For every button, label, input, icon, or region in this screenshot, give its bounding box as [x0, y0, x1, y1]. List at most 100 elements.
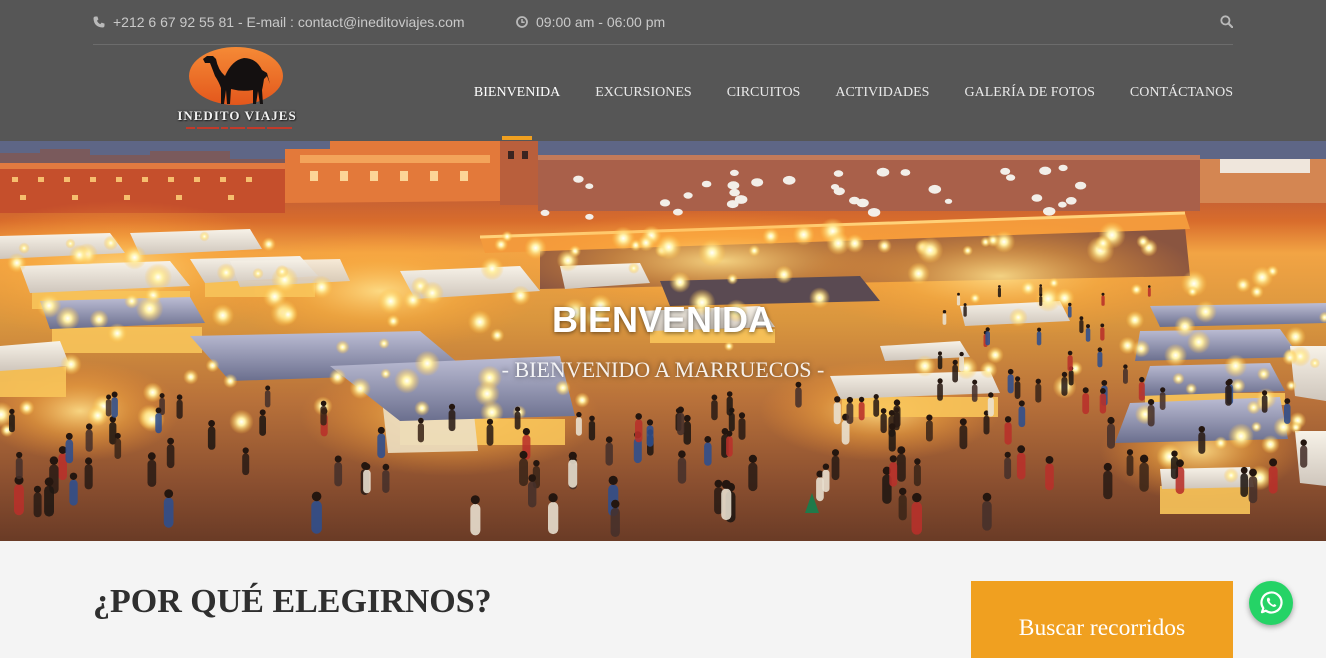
pedestrian-head [58, 446, 67, 454]
pedestrian-head [957, 292, 960, 296]
nav-item-label: EXCURSIONES [595, 85, 692, 100]
pedestrian [147, 452, 157, 487]
pedestrian-head [519, 450, 528, 459]
market-light [845, 233, 865, 253]
pedestrian-head [1240, 466, 1248, 474]
pedestrian-head [714, 479, 723, 488]
pedestrian [987, 392, 994, 417]
pedestrian-body [1099, 393, 1107, 414]
pedestrian-head [49, 456, 59, 465]
pedestrian [982, 492, 992, 531]
nav-item-bienvenida[interactable]: BIENVENIDA [474, 84, 560, 140]
pedestrian [1139, 454, 1149, 492]
satellite-dish [683, 192, 693, 199]
pedestrian-body [1240, 473, 1248, 497]
pedestrian [9, 408, 15, 433]
pedestrian-body [983, 415, 990, 435]
pedestrian [311, 491, 322, 534]
search-icon[interactable] [1220, 15, 1233, 28]
nav-item-excursiones[interactable]: EXCURSIONES [595, 84, 691, 102]
pedestrian [155, 407, 162, 434]
pedestrian-head [311, 491, 322, 502]
pedestrian-head [522, 428, 531, 436]
pedestrian-head [832, 449, 839, 457]
pedestrian-body [726, 436, 733, 457]
nav-item-contactanos[interactable]: CONTÁCTANOS [1130, 84, 1233, 102]
nav-item-circuitos[interactable]: CIRCUITOS [727, 84, 801, 102]
pedestrian-body [610, 507, 620, 537]
pedestrian-body [987, 397, 994, 417]
pedestrian [1099, 388, 1107, 414]
pedestrian-head [683, 414, 691, 422]
pedestrian-body [377, 433, 386, 459]
pedestrian-body [84, 464, 93, 490]
market-light [144, 263, 173, 291]
pedestrian [610, 499, 620, 537]
pedestrian-head [912, 492, 922, 503]
pedestrian-head [568, 451, 577, 460]
pedestrian-body [548, 501, 559, 535]
market-light [877, 238, 892, 254]
pedestrian [69, 472, 78, 506]
pedestrian [575, 411, 582, 436]
pedestrian-body [85, 429, 93, 452]
pedestrian-body [880, 413, 887, 434]
market-light [122, 245, 147, 270]
pedestrian [896, 446, 906, 482]
market-light [1048, 277, 1060, 289]
pedestrian-body [114, 438, 122, 459]
market-light [1261, 435, 1280, 454]
pedestrian-head [611, 499, 620, 509]
market-light [252, 267, 264, 280]
satellite-dish [1006, 174, 1016, 181]
pedestrian [1261, 390, 1268, 413]
pedestrian-head [515, 406, 521, 412]
nav-item-actividades[interactable]: ACTIVIDADES [835, 84, 929, 102]
nav-item-galeria-de-fotos[interactable]: GALERÍA DE FOTOS [964, 84, 1094, 102]
market-light [18, 242, 30, 254]
pedestrian-body [448, 409, 456, 432]
pedestrian-body [334, 462, 343, 487]
pedestrian-body [33, 492, 42, 518]
pedestrian-body [1004, 457, 1012, 480]
market-light [962, 245, 973, 256]
pedestrian-head [899, 487, 907, 496]
pedestrian-head [726, 391, 733, 397]
pedestrian-body [363, 469, 371, 494]
market-light [792, 223, 815, 246]
pedestrian [470, 495, 481, 536]
search-tours-panel: Buscar recorridos [971, 581, 1233, 658]
pedestrian [1198, 426, 1206, 454]
pedestrian-head [1160, 387, 1166, 393]
pedestrian-body [858, 401, 865, 421]
whatsapp-chat-button[interactable] [1248, 580, 1294, 626]
pedestrian-head [1139, 454, 1149, 463]
pedestrian [1045, 456, 1054, 491]
pedestrian [959, 418, 968, 450]
pedestrian-body [646, 425, 654, 447]
pedestrian-head [1067, 350, 1073, 356]
pedestrian [873, 394, 880, 417]
pedestrian-head [1101, 292, 1105, 296]
active-nav-indicator [502, 136, 533, 140]
pedestrian [377, 426, 386, 459]
market-light [574, 392, 590, 408]
pedestrian [926, 414, 933, 442]
pedestrian-head [176, 394, 183, 400]
site-logo[interactable]: INEDITO VIAJES [174, 46, 300, 136]
pedestrian [1284, 398, 1291, 424]
satellite-dish [585, 213, 594, 220]
pedestrian [363, 463, 371, 494]
pedestrian-body [15, 457, 23, 480]
pedestrian [888, 423, 896, 452]
pedestrian-body [163, 497, 174, 528]
pedestrian-body [1198, 432, 1206, 454]
pedestrian-body [486, 424, 494, 446]
pedestrian-head [677, 406, 684, 414]
pedestrian-body [176, 399, 183, 419]
pedestrian-body [1284, 403, 1291, 424]
market-light [723, 341, 735, 352]
pedestrian [14, 475, 24, 516]
pedestrian-head [889, 423, 896, 430]
market-light [986, 233, 1000, 248]
